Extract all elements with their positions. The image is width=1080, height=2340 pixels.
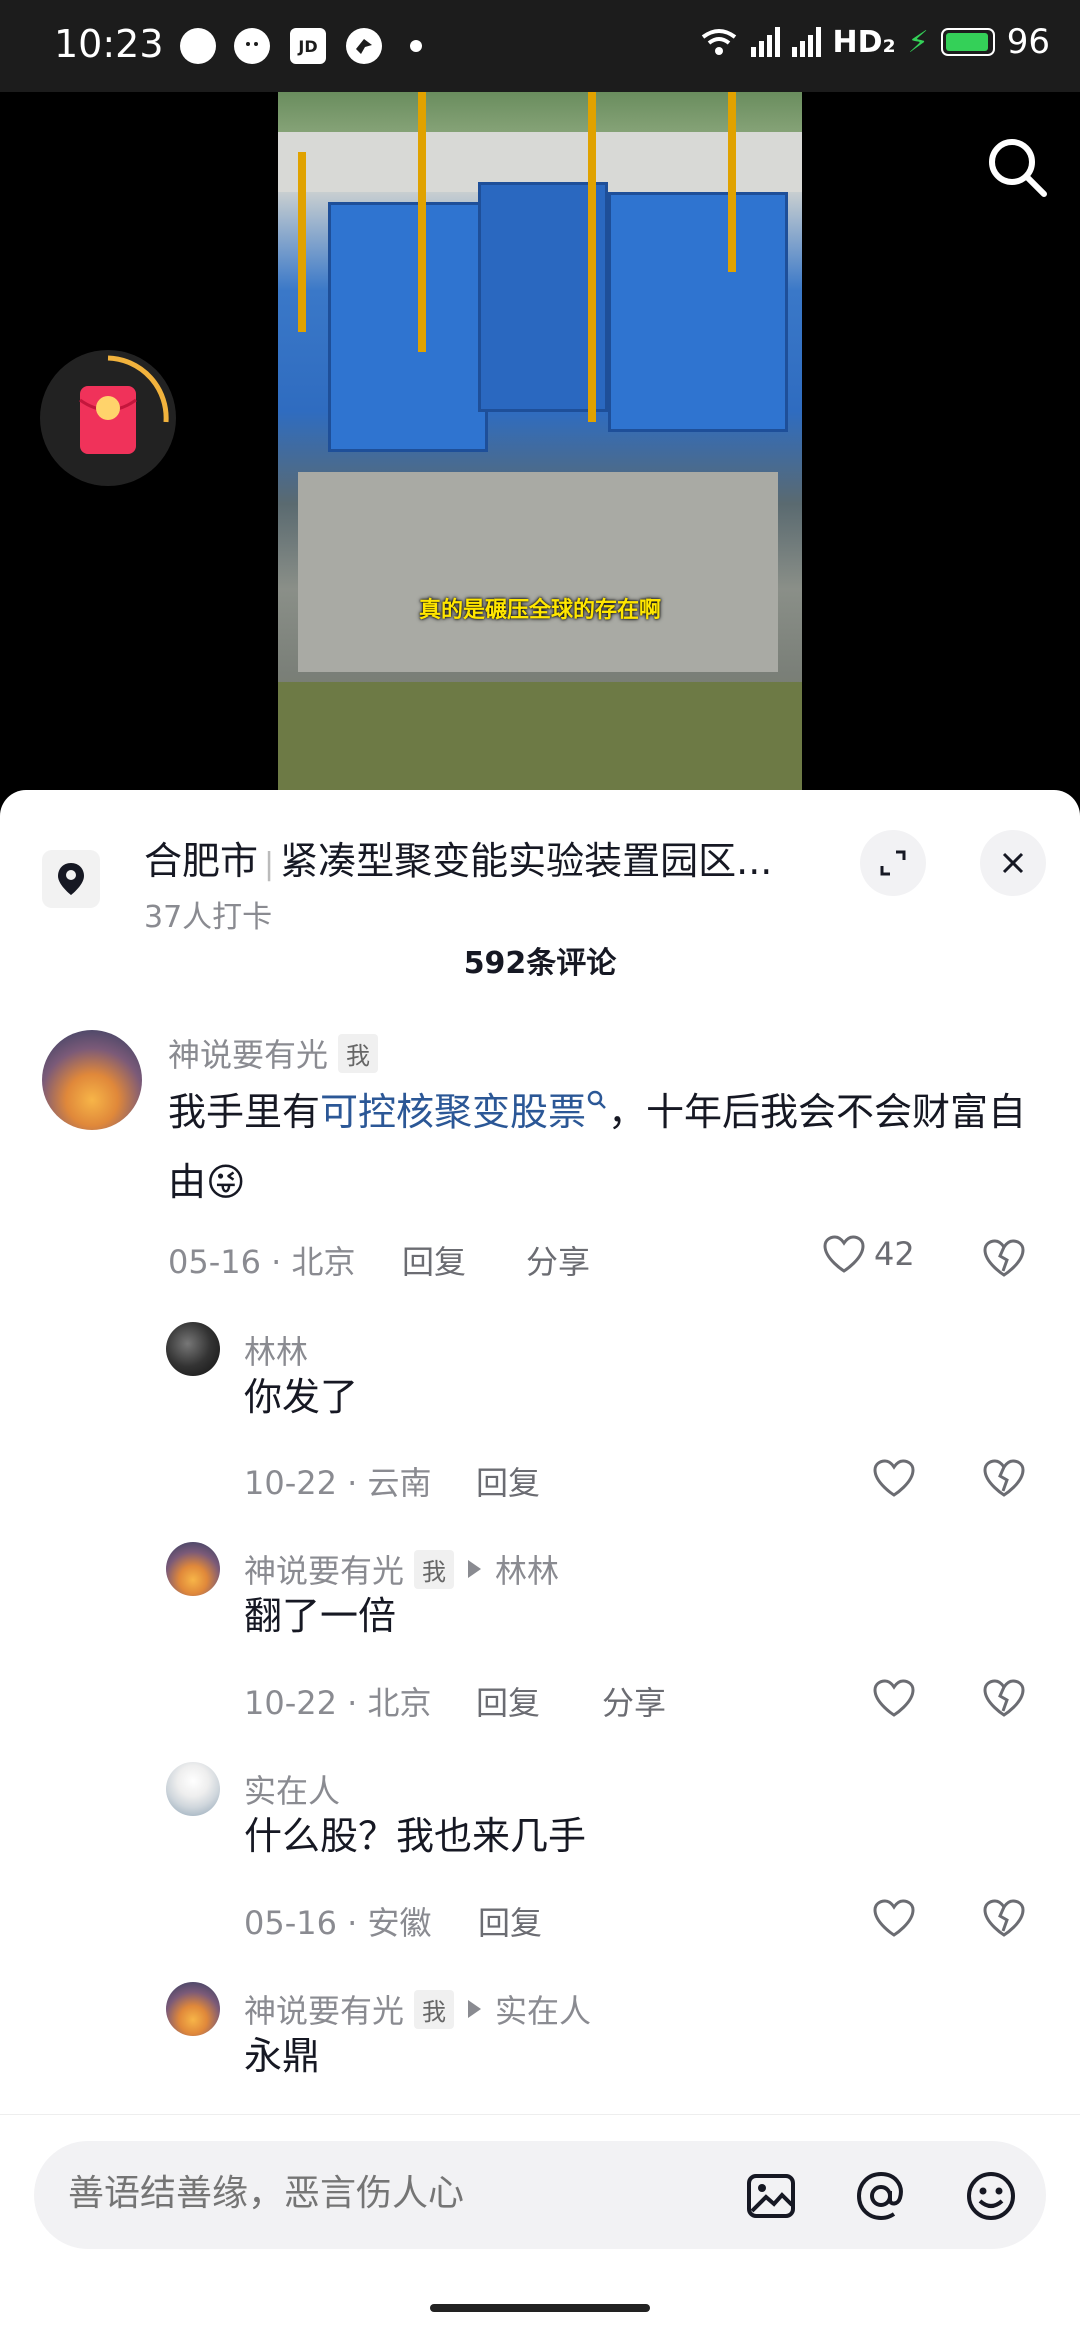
like-button[interactable]: 42 [822, 1234, 915, 1274]
status-time: 10:23 [54, 22, 164, 66]
reply-arrow-icon [468, 1560, 482, 1578]
expand-icon [880, 850, 906, 876]
reply-button[interactable]: 回复 [478, 1898, 542, 1944]
battery-percent: 96 [1006, 22, 1050, 62]
dislike-icon[interactable] [982, 1898, 1026, 1938]
expand-button[interactable] [860, 830, 926, 896]
jd-icon: JD [290, 28, 326, 64]
close-icon [1002, 852, 1024, 874]
stock-link[interactable]: 可控核聚变股票 [320, 1090, 608, 1134]
at-mention-icon[interactable] [854, 2169, 908, 2223]
wifi-icon [701, 29, 736, 55]
me-badge: 我 [414, 1989, 455, 2029]
location-title[interactable]: 合肥市 | 紧凑型聚变能实验装置园区... [144, 830, 844, 885]
comment-input[interactable] [68, 2173, 708, 2214]
image-icon[interactable] [744, 2169, 798, 2223]
avatar[interactable] [166, 1982, 220, 2036]
wechat-icon [234, 28, 270, 64]
video-player[interactable]: 真的是碾压全球的存在啊 [0, 92, 1080, 802]
red-packet-icon [79, 355, 169, 454]
comment-text: 什么股？我也来几手 [244, 1814, 587, 1858]
notification-dot-icon [410, 40, 422, 52]
avatar[interactable] [42, 1030, 142, 1130]
comment-count: 592条评论 [463, 946, 617, 981]
comment-text: 翻了一倍 [244, 1594, 397, 1638]
status-bar: 10:23 JD HD₂ ⚡ 96 [0, 0, 1080, 92]
comment-meta: 10-22 · 云南 [244, 1464, 432, 1502]
hd-label: HD₂ [832, 24, 896, 60]
home-indicator[interactable] [430, 2304, 650, 2312]
location-checkins: 37人打卡 [144, 900, 273, 935]
signal-1-icon [750, 27, 780, 57]
video-frame[interactable]: 真的是碾压全球的存在啊 [278, 92, 802, 802]
chat-bubble-icon [180, 28, 216, 64]
heart-icon[interactable] [872, 1458, 916, 1498]
bird-icon [346, 28, 382, 64]
like-count: 42 [874, 1235, 915, 1273]
heart-icon [823, 1235, 865, 1273]
search-mini-icon [587, 1091, 606, 1110]
close-button[interactable] [980, 830, 1046, 896]
reply-button[interactable]: 回复 [402, 1237, 466, 1283]
video-caption: 真的是碾压全球的存在啊 [418, 598, 661, 623]
reply-button[interactable]: 回复 [476, 1458, 540, 1504]
me-badge: 我 [338, 1033, 379, 1073]
reply-to-user[interactable]: 实在人 [495, 1986, 591, 2032]
signal-2-icon [791, 27, 821, 57]
comment-text: 我手里有可控核聚变股票 ，十年后我会不会财富自由😜 [168, 1090, 1027, 1204]
comment-meta: 05-16 · 安徽 [244, 1904, 432, 1942]
share-button[interactable]: 分享 [602, 1678, 666, 1724]
heart-icon[interactable] [872, 1898, 916, 1938]
avatar[interactable] [166, 1542, 220, 1596]
charging-icon: ⚡ [907, 24, 929, 60]
red-packet-button[interactable] [40, 350, 176, 486]
status-right: HD₂ ⚡ 96 [699, 22, 1050, 62]
location-pin-icon[interactable] [42, 850, 100, 908]
comment-meta: 10-22 · 北京 [244, 1684, 432, 1722]
reply-to-user[interactable]: 林林 [495, 1546, 559, 1592]
emoji-icon[interactable] [964, 2169, 1018, 2223]
location-place: 紧凑型聚变能实验装置园区... [280, 839, 773, 883]
dislike-icon[interactable] [982, 1678, 1026, 1718]
comment-text: 永鼎 [244, 2034, 321, 2078]
comment-input-box[interactable] [34, 2141, 1046, 2249]
emoji-wink: 😜 [206, 1160, 246, 1204]
search-icon[interactable] [982, 132, 1052, 202]
dislike-icon[interactable] [982, 1458, 1026, 1498]
avatar[interactable] [166, 1322, 220, 1376]
dislike-icon[interactable] [982, 1238, 1026, 1278]
comment-text: 你发了 [244, 1375, 359, 1419]
location-city: 合肥市 [144, 839, 259, 883]
reply-arrow-icon [468, 2000, 482, 2018]
battery-icon [940, 28, 995, 56]
avatar[interactable] [166, 1762, 220, 1816]
comment-username[interactable]: 神说要有光 我 [168, 1030, 379, 1076]
comment-meta: 05-16 · 北京 [168, 1243, 356, 1281]
comment-sheet: 合肥市 | 紧凑型聚变能实验装置园区... 37人打卡 592条评论 神说要有光 我… [0, 790, 1080, 2340]
heart-icon[interactable] [872, 1678, 916, 1718]
reply-button[interactable]: 回复 [476, 1678, 540, 1724]
me-badge: 我 [414, 1549, 455, 1589]
share-button[interactable]: 分享 [526, 1237, 590, 1283]
location-separator: | [264, 847, 275, 882]
